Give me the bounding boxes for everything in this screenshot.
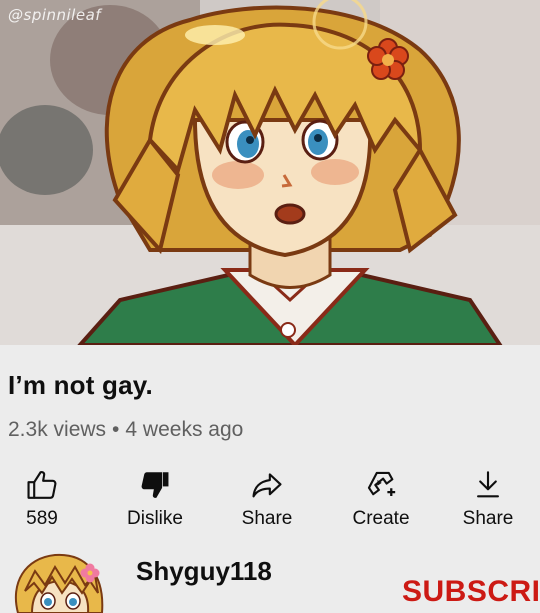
channel-name[interactable]: Shyguy118	[136, 556, 272, 587]
download-icon	[477, 471, 499, 498]
avatar-illustration	[14, 553, 104, 613]
thumbs-up-icon	[27, 471, 57, 499]
artist-watermark: @spinnileaf	[8, 6, 102, 24]
like-button[interactable]: 589	[17, 468, 67, 538]
video-meta: 2.3k views • 4 weeks ago	[8, 418, 243, 442]
like-count: 589	[26, 508, 58, 529]
create-label: Create	[352, 508, 410, 529]
download-button[interactable]: Share	[455, 468, 521, 538]
meta-separator: •	[112, 418, 120, 441]
create-icon	[367, 471, 396, 496]
upload-age: 4 weeks ago	[125, 418, 244, 441]
subscribe-button[interactable]: SUBSCRI	[402, 575, 540, 609]
view-count: 2.3k views	[8, 418, 107, 441]
create-button[interactable]: Create	[345, 468, 417, 538]
thumbs-down-icon	[141, 472, 169, 498]
dislike-button[interactable]: Dislike	[120, 468, 190, 538]
action-bar: 589 Dislike Share Create Share	[0, 468, 540, 538]
download-label: Share	[462, 508, 514, 529]
share-arrow-icon	[252, 473, 282, 498]
character-illustration	[0, 0, 540, 345]
share-button[interactable]: Share	[232, 468, 302, 538]
video-title: I’m not gay.	[8, 370, 153, 400]
dislike-label: Dislike	[127, 508, 183, 529]
share-label: Share	[241, 508, 293, 529]
video-thumbnail-artwork[interactable]: @spinnileaf	[0, 0, 540, 345]
channel-avatar[interactable]	[10, 553, 110, 613]
